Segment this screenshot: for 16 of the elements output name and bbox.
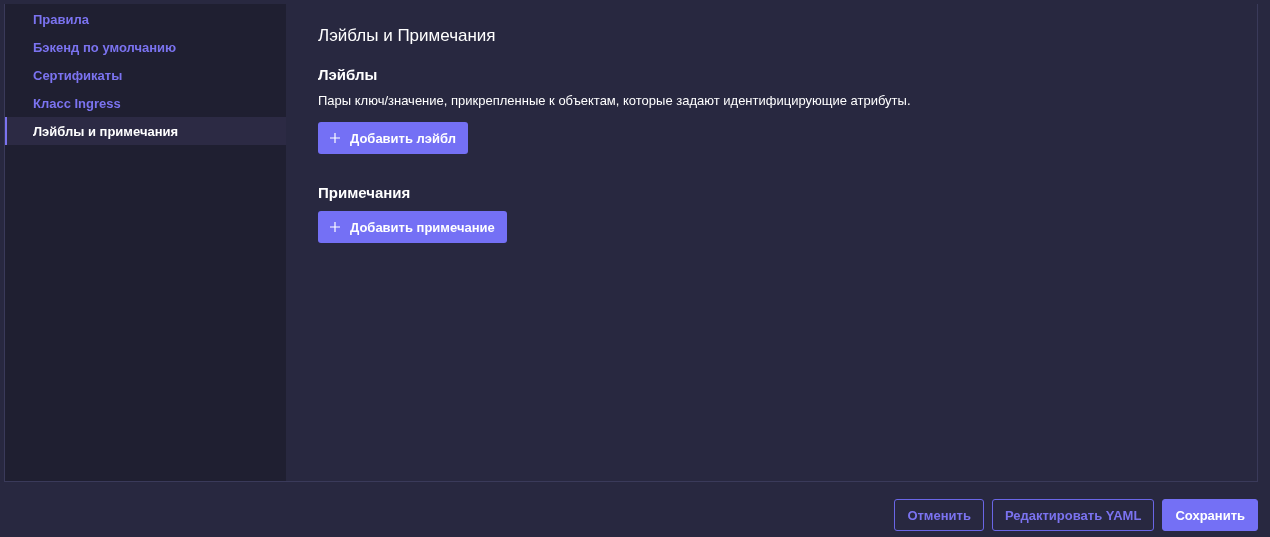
sidebar-item[interactable]: Класс Ingress xyxy=(5,89,286,117)
plus-icon xyxy=(330,222,340,232)
sidebar-item[interactable]: Лэйблы и примечания xyxy=(5,117,286,145)
section-heading: Лэйблы xyxy=(318,66,379,83)
section-heading: Примечания xyxy=(318,184,412,201)
add-button[interactable]: Добавить лэйбл xyxy=(318,122,468,154)
add-button[interactable]: Добавить примечание xyxy=(318,211,507,243)
plus-icon xyxy=(330,133,340,143)
page-title: Лэйблы и Примечания xyxy=(318,26,497,46)
sidebar-item[interactable]: Правила xyxy=(5,5,286,33)
save-button[interactable]: Сохранить xyxy=(1162,499,1258,531)
section-description: Пары ключ/значение, прикрепленные к объектам, которые задают идентифицирующие атрибуты. xyxy=(318,93,912,108)
sidebar-item[interactable]: Сертификаты xyxy=(5,61,286,89)
footer-button[interactable]: Редактировать YAML xyxy=(991,499,1155,531)
sidebar-item[interactable]: Бэкенд по умолчанию xyxy=(5,33,286,61)
footer-button[interactable]: Отменить xyxy=(894,499,984,531)
